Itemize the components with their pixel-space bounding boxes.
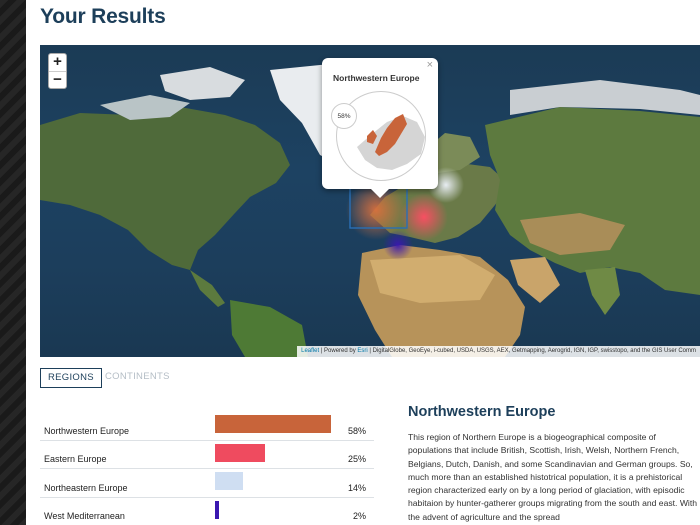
region-row[interactable]: Eastern Europe 25% (40, 441, 374, 469)
background-pattern (0, 0, 26, 525)
page-title: Your Results (40, 5, 166, 28)
region-detail-title: Northwestern Europe (408, 404, 556, 420)
region-detail-text: This region of Northern Europe is a biog… (408, 432, 698, 522)
map-attribution: Leaflet | Powered by Esri | DigitalGlobe… (297, 346, 700, 357)
north-america (40, 107, 290, 270)
region-percent: 25% (347, 454, 366, 464)
arctic-islands (160, 67, 245, 100)
central-america (190, 270, 225, 307)
zoom-out-button[interactable]: − (49, 71, 66, 88)
region-name: Eastern Europe (44, 454, 107, 464)
region-name: West Mediterranean (44, 511, 125, 521)
zoom-control: + − (48, 53, 67, 89)
region-percent: 2% (352, 511, 366, 521)
attribution-sources: | DigitalGlobe, GeoEye, i-cubed, USDA, U… (367, 348, 696, 354)
region-row[interactable]: West Mediterranean 2% (40, 498, 374, 525)
zoom-in-button[interactable]: + (49, 54, 66, 71)
india (585, 267, 620, 315)
region-name: Northeastern Europe (44, 482, 128, 493)
results-page: Your Results + − × Northwestern Europe 5… (26, 0, 700, 525)
popup-percent-badge: 58% (331, 103, 357, 129)
leaflet-link[interactable]: Leaflet (301, 348, 319, 354)
region-row[interactable]: Northeastern Europe 14% (40, 469, 374, 498)
region-table: Northwestern Europe 58% Eastern Europe 2… (40, 412, 374, 525)
tab-regions[interactable]: REGIONS (40, 368, 102, 388)
esri-link[interactable]: Esri (357, 348, 367, 354)
region-bar (215, 443, 265, 462)
region-bar (215, 500, 219, 519)
results-map[interactable]: + − × Northwestern Europe 58% Leaflet | … (40, 45, 700, 357)
region-percent: 14% (347, 482, 366, 493)
region-percent: 58% (347, 425, 366, 436)
blob-west-mediterranean (383, 230, 413, 260)
popup-title: Northwestern Europe (333, 73, 420, 83)
tab-continents[interactable]: CONTINENTS (98, 368, 177, 388)
region-name: Northwestern Europe (44, 425, 130, 436)
region-row[interactable]: Northwestern Europe 58% (40, 412, 374, 441)
region-bar (215, 472, 243, 490)
attribution-powered: | Powered by (319, 348, 358, 354)
close-icon[interactable]: × (427, 59, 433, 71)
region-popup: × Northwestern Europe 58% (322, 58, 438, 198)
region-bar (215, 415, 331, 433)
